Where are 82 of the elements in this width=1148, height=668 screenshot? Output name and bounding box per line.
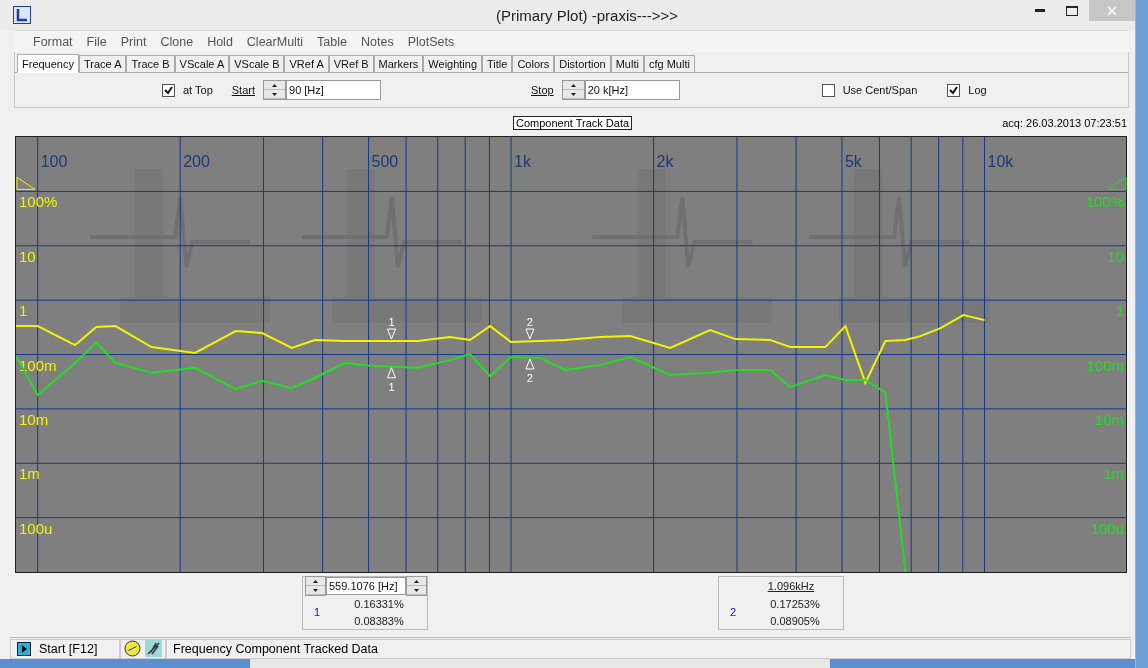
start-field[interactable]: 90 [Hz]: [286, 80, 381, 100]
tab[interactable]: Multi: [610, 55, 644, 72]
tab[interactable]: Distortion: [554, 55, 611, 72]
frequency-label: 500: [371, 153, 399, 170]
marker-number: 2: [729, 606, 737, 618]
tab[interactable]: VScale A: [174, 55, 230, 72]
tab[interactable]: Title: [482, 55, 513, 72]
level-label: 10: [19, 247, 36, 265]
marker-triangle-icon[interactable]: [387, 328, 396, 340]
level-label: 1: [1115, 302, 1124, 320]
frequency-label: 200: [183, 153, 210, 170]
tab[interactable]: Trace A: [79, 55, 127, 72]
tab[interactable]: VRef A: [284, 55, 329, 72]
checkbox-label: Use Cent/Span: [842, 84, 918, 96]
plot-title: Component Track Data: [513, 116, 633, 130]
frequency-label: 100: [40, 153, 68, 170]
scale-marker-icon: [16, 176, 36, 190]
marker-label: 1: [388, 316, 395, 328]
spin-buttons[interactable]: [406, 576, 427, 596]
tab[interactable]: Trace B: [126, 55, 175, 72]
level-label: 100u: [1090, 519, 1124, 537]
close-icon: [1107, 5, 1117, 16]
level-label: 1: [19, 302, 28, 320]
play-icon[interactable]: [17, 641, 31, 656]
marker-label: 2: [526, 316, 533, 328]
menu-item[interactable]: ClearMulti: [246, 34, 304, 49]
marker-triangle-icon[interactable]: [525, 358, 535, 370]
stop-label: Stop: [531, 84, 554, 96]
start-label: Start: [231, 84, 255, 96]
menu-item[interactable]: Print: [120, 34, 147, 49]
tab[interactable]: Weighting: [423, 55, 483, 72]
level-label: 1m: [1103, 465, 1124, 483]
checkbox[interactable]: [821, 83, 835, 97]
acquisition-time: acq: 26.03.2013 07:23:51: [1002, 117, 1127, 129]
marker-value: 0.17253%: [770, 597, 820, 610]
marker-number: 1: [313, 606, 321, 618]
marker-triangle-icon[interactable]: [525, 328, 535, 340]
frequency-label: 5k: [845, 153, 862, 170]
app-icon: [13, 6, 31, 24]
level-label: 10m: [1094, 410, 1124, 428]
frequency-label: 1k: [514, 153, 531, 170]
tab[interactable]: Frequency: [17, 54, 79, 73]
menu-item[interactable]: PlotSets: [407, 34, 455, 49]
stop-field[interactable]: 20 k[Hz]: [584, 80, 680, 100]
checkbox[interactable]: [162, 83, 175, 97]
spin-buttons[interactable]: [561, 80, 585, 100]
marker-label: 1: [388, 380, 395, 393]
marker-value: 0.08383%: [354, 614, 404, 627]
minimize-icon: [1035, 9, 1045, 12]
connection-icon[interactable]: [145, 640, 162, 657]
tab[interactable]: Markers: [373, 55, 424, 72]
menu-item[interactable]: Clone: [160, 34, 194, 49]
marker-value: 0.08905%: [770, 614, 820, 627]
frequency-label: 2k: [656, 153, 674, 170]
maximize-icon: [1066, 5, 1078, 16]
frequency-link[interactable]: 1.096kHz: [747, 580, 815, 592]
clock-icon[interactable]: [124, 640, 141, 657]
tab[interactable]: VScale B: [229, 55, 285, 72]
menu-item[interactable]: File: [86, 34, 107, 49]
marker-triangle-icon[interactable]: [387, 367, 396, 379]
frequency-field[interactable]: 559.1076 [Hz]: [326, 577, 406, 595]
level-label: 100%: [1085, 193, 1124, 211]
status-message: Frequency Component Tracked Data: [173, 641, 378, 656]
tab[interactable]: Colors: [512, 55, 555, 72]
spin-buttons[interactable]: [263, 80, 286, 100]
checkbox[interactable]: [947, 83, 961, 97]
menu-item[interactable]: Hold: [207, 34, 233, 49]
marker-value: 0.16331%: [354, 597, 404, 610]
window-title: (Primary Plot) -praxis--->>>: [494, 6, 680, 24]
menu-item[interactable]: Table: [317, 34, 347, 49]
menu-item[interactable]: Notes: [361, 34, 394, 49]
checkbox-label: at Top: [183, 84, 213, 96]
marker-label: 2: [526, 372, 533, 384]
frequency-label: 10k: [987, 153, 1014, 170]
spin-buttons[interactable]: [305, 576, 326, 596]
level-label: 10: [1107, 247, 1124, 265]
level-label: 100m: [1086, 356, 1124, 374]
scale-marker-icon: [1107, 176, 1127, 190]
checkbox-label: Log: [968, 84, 987, 96]
tab[interactable]: cfg Multi: [643, 55, 695, 72]
menu-item[interactable]: Format: [33, 34, 73, 49]
tab[interactable]: VRef B: [328, 55, 374, 72]
